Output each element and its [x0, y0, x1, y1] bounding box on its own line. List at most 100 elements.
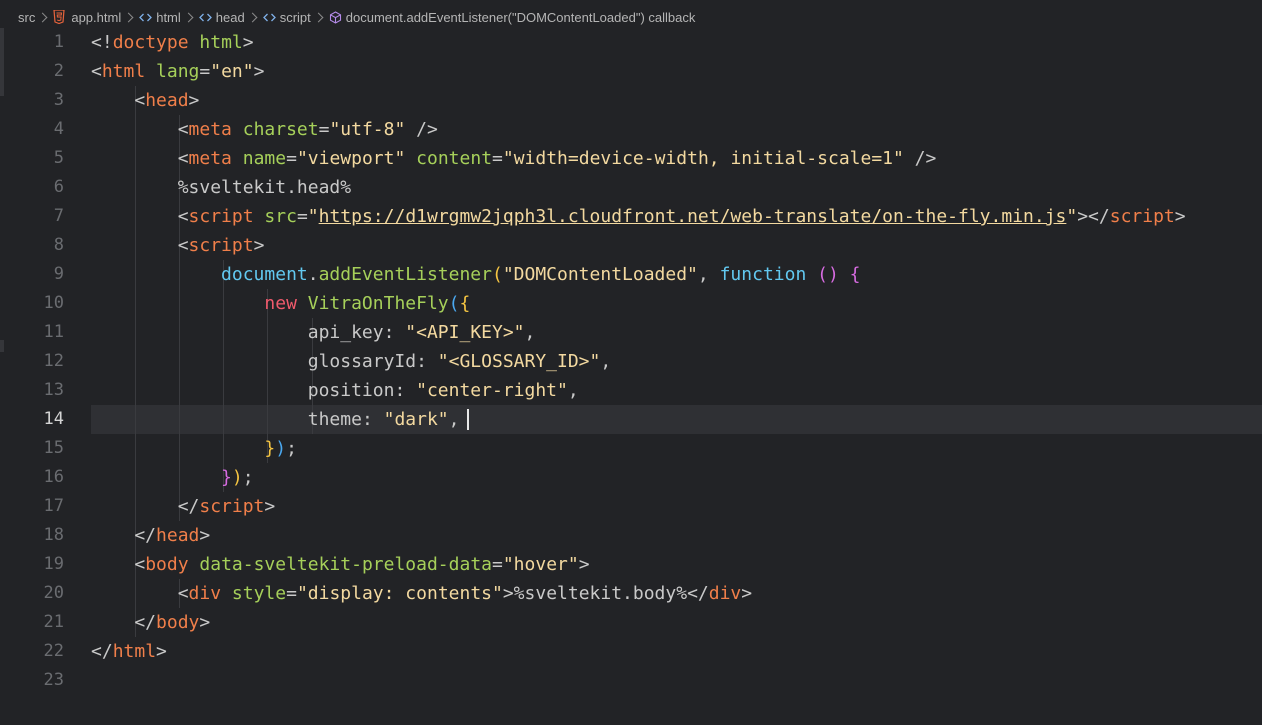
code-line[interactable]: 8 <script>	[0, 231, 1262, 260]
line-number: 17	[43, 496, 64, 516]
code-text: <script>	[91, 231, 265, 260]
code-token: {	[849, 264, 861, 285]
code-text: </body>	[91, 608, 210, 637]
chevron-right-icon	[37, 12, 48, 22]
code-token: ,	[600, 351, 612, 372]
code-token: <	[91, 148, 189, 169]
code-token: >	[199, 525, 211, 546]
breadcrumb-label: document.addEventListener("DOMContentLoa…	[345, 9, 696, 25]
code-line[interactable]: 2 <html lang="en">	[0, 57, 1262, 86]
code-token: content	[416, 148, 493, 169]
code-line[interactable]: 4 <meta charset="utf-8" />	[0, 115, 1262, 144]
code-token: ;	[242, 467, 254, 488]
code-area: new VitraOnTheFly({	[91, 289, 1262, 318]
code-line[interactable]: 20 <div style="display: contents">%svelt…	[0, 579, 1262, 608]
code-line[interactable]: 11 api_key: "<API_KEY>",	[0, 318, 1262, 347]
code-token: >	[253, 235, 265, 256]
line-number: 9	[53, 264, 64, 284]
code-token: ,	[448, 409, 460, 430]
code-line[interactable]: 10 new VitraOnTheFly({	[0, 289, 1262, 318]
code-area: </body>	[91, 608, 1262, 637]
code-area	[91, 666, 1262, 695]
code-area: <body data-sveltekit-preload-data="hover…	[91, 550, 1262, 579]
code-line[interactable]: 6 %sveltekit.head%	[0, 173, 1262, 202]
code-text: <meta name="viewport" content="width=dev…	[91, 144, 937, 173]
code-token: >	[741, 583, 753, 604]
code-area: });	[91, 463, 1262, 492]
code-token: :	[383, 322, 406, 343]
code-line[interactable]: 17 </script>	[0, 492, 1262, 521]
code-token: "<API_KEY>"	[405, 322, 525, 343]
code-token: head	[145, 90, 189, 111]
code-text: <body data-sveltekit-preload-data="hover…	[91, 550, 589, 579]
line-number: 10	[43, 293, 64, 313]
breadcrumb-item-src[interactable]: src	[18, 10, 35, 25]
code-line[interactable]: 14 theme: "dark",	[0, 405, 1262, 434]
code-token: %sveltekit.head%	[91, 177, 352, 198]
line-number: 6	[53, 177, 64, 197]
code-token: https://d1wrgmw2jqph3l.cloudfront.net/we…	[318, 206, 1067, 227]
code-line[interactable]: 7 <script src="https://d1wrgmw2jqph3l.cl…	[0, 202, 1262, 231]
code-editor[interactable]: 1 <!doctype html> 2 <html lang="en"> 3 <head…	[0, 28, 1262, 725]
code-token: body	[156, 612, 200, 633]
code-line[interactable]: 12 glossaryId: "<GLOSSARY_ID>",	[0, 347, 1262, 376]
code-line[interactable]: 15 });	[0, 434, 1262, 463]
code-token: <	[91, 61, 102, 82]
code-line[interactable]: 3 <head>	[0, 86, 1262, 115]
code-text: position: "center-right",	[91, 376, 579, 405]
code-line[interactable]: 23	[0, 666, 1262, 695]
code-token: style	[231, 583, 287, 604]
breadcrumb-label: src	[18, 9, 36, 25]
code-text: api_key: "<API_KEY>",	[91, 318, 536, 347]
code-area: <meta name="viewport" content="width=dev…	[91, 144, 1262, 173]
code-token: meta	[188, 148, 232, 169]
code-area: api_key: "<API_KEY>",	[91, 318, 1262, 347]
code-line[interactable]: 21 </body>	[0, 608, 1262, 637]
breadcrumb-item-callback[interactable]: document.addEventListener("DOMContentLoa…	[329, 9, 696, 25]
code-token: "utf-8"	[329, 119, 406, 140]
code-token: function	[719, 264, 807, 285]
code-token: }	[221, 467, 232, 488]
breadcrumb-item-html[interactable]: html	[139, 10, 181, 25]
breadcrumb-item-file[interactable]: app.html	[53, 10, 121, 25]
code-token: ()	[817, 264, 839, 285]
code-line[interactable]: 19 <body data-sveltekit-preload-data="ho…	[0, 550, 1262, 579]
code-text: <head>	[91, 86, 199, 115]
code-area: <html lang="en">	[91, 57, 1262, 86]
code-line[interactable]: 13 position: "center-right",	[0, 376, 1262, 405]
code-token: div	[708, 583, 742, 604]
code-line[interactable]: 16 });	[0, 463, 1262, 492]
html5-icon	[53, 10, 65, 24]
scroll-marker	[0, 340, 4, 352]
line-number: 13	[43, 380, 64, 400]
scroll-marker	[0, 28, 4, 96]
code-token: </	[91, 641, 113, 662]
text-cursor	[467, 409, 469, 430]
code-text: </head>	[91, 521, 210, 550]
code-line[interactable]: 9 document.addEventListener("DOMContentL…	[0, 260, 1262, 289]
line-number: 18	[43, 525, 64, 545]
code-text: <meta charset="utf-8" />	[91, 115, 438, 144]
code-token: api_key	[91, 322, 384, 343]
code-text: document.addEventListener("DOMContentLoa…	[91, 260, 861, 289]
code-text: });	[91, 434, 297, 463]
code-token: src	[264, 206, 297, 227]
code-line[interactable]: 5 <meta name="viewport" content="width=d…	[0, 144, 1262, 173]
breadcrumb-item-script[interactable]: script	[262, 10, 311, 25]
code-line[interactable]: 18 </head>	[0, 521, 1262, 550]
code-token: div	[188, 583, 222, 604]
code-token: name	[242, 148, 287, 169]
line-number: 12	[43, 351, 64, 371]
code-area: </head>	[91, 521, 1262, 550]
code-token: </	[91, 496, 200, 517]
code-line[interactable]: 1 <!doctype html>	[0, 28, 1262, 57]
code-area: %sveltekit.head%	[91, 173, 1262, 202]
breadcrumb-item-head[interactable]: head	[198, 10, 245, 25]
code-line[interactable]: 22 </html>	[0, 637, 1262, 666]
